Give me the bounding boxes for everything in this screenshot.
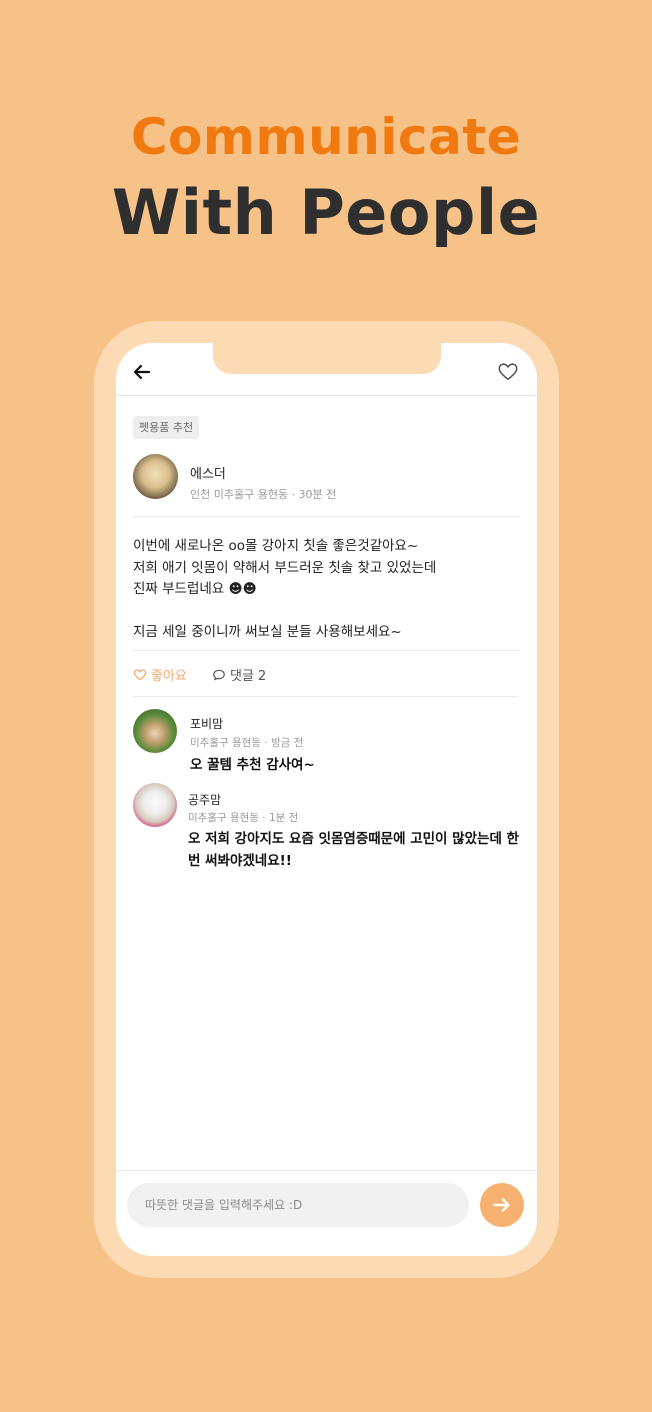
post-line: 지금 세일 중이니까 써보실 분들 사용해보세요~	[133, 624, 402, 640]
commenter-avatar[interactable]	[133, 783, 177, 827]
post-line: 이번에 새로나온 oo몰 강아지 칫솔 좋은것같아요~	[133, 538, 419, 554]
author-meta: 인천 미추홀구 용현동 · 30분 전	[190, 488, 337, 501]
like-button[interactable]: 좋아요	[133, 665, 187, 684]
back-arrow-icon[interactable]	[132, 362, 152, 382]
author-avatar[interactable]	[133, 454, 178, 499]
commenter-avatar[interactable]	[133, 709, 177, 753]
comment-input[interactable]	[127, 1183, 469, 1227]
comment-count-label: 댓글 2	[230, 669, 267, 684]
comment-text: 오 꿀템 추천 감사여~	[190, 757, 315, 773]
heart-outline-icon	[133, 668, 147, 680]
speech-bubble-icon	[213, 669, 225, 680]
comment-meta: 미추홀구 용현동 · 방금 전	[190, 737, 304, 749]
divider	[133, 516, 519, 517]
heart-outline-icon[interactable]	[497, 361, 519, 383]
commenter-name[interactable]: 공주맘	[188, 791, 221, 808]
promo-title-line1: Communicate	[130, 108, 522, 166]
promo-title-line2: With People	[111, 176, 541, 249]
post-line: 진짜 부드럽네요 ☻☻	[133, 581, 257, 597]
send-button[interactable]	[480, 1183, 524, 1227]
composer-divider	[116, 1170, 537, 1171]
author-name[interactable]: 에스더	[190, 463, 226, 482]
topbar-divider	[116, 395, 537, 396]
category-tag: 펫용품 추천	[133, 416, 200, 439]
post-line: 저희 애기 잇몸이 약해서 부드러운 칫솔 찾고 있었는데	[133, 559, 437, 576]
divider	[133, 696, 519, 697]
comment-meta: 미추홀구 용현동 · 1분 전	[188, 812, 299, 824]
comment-count[interactable]: 댓글 2	[212, 665, 266, 684]
phone-notch	[213, 343, 441, 374]
like-label: 좋아요	[151, 669, 187, 684]
post-body: 이번에 새로나온 oo몰 강아지 칫솔 좋은것같아요~ 저희 애기 잇몸이 약해…	[133, 536, 523, 644]
app-screen: 펫용품 추천 에스더 인천 미추홀구 용현동 · 30분 전 이번에 새로나온 …	[116, 343, 537, 1256]
comment-text: 오 저희 강아지도 요즘 잇몸염증때문에 고민이 많았는데 한번 써봐야겠네요!…	[188, 831, 519, 869]
divider	[133, 650, 519, 651]
arrow-right-icon	[493, 1198, 510, 1212]
commenter-name[interactable]: 포비맘	[190, 715, 223, 732]
